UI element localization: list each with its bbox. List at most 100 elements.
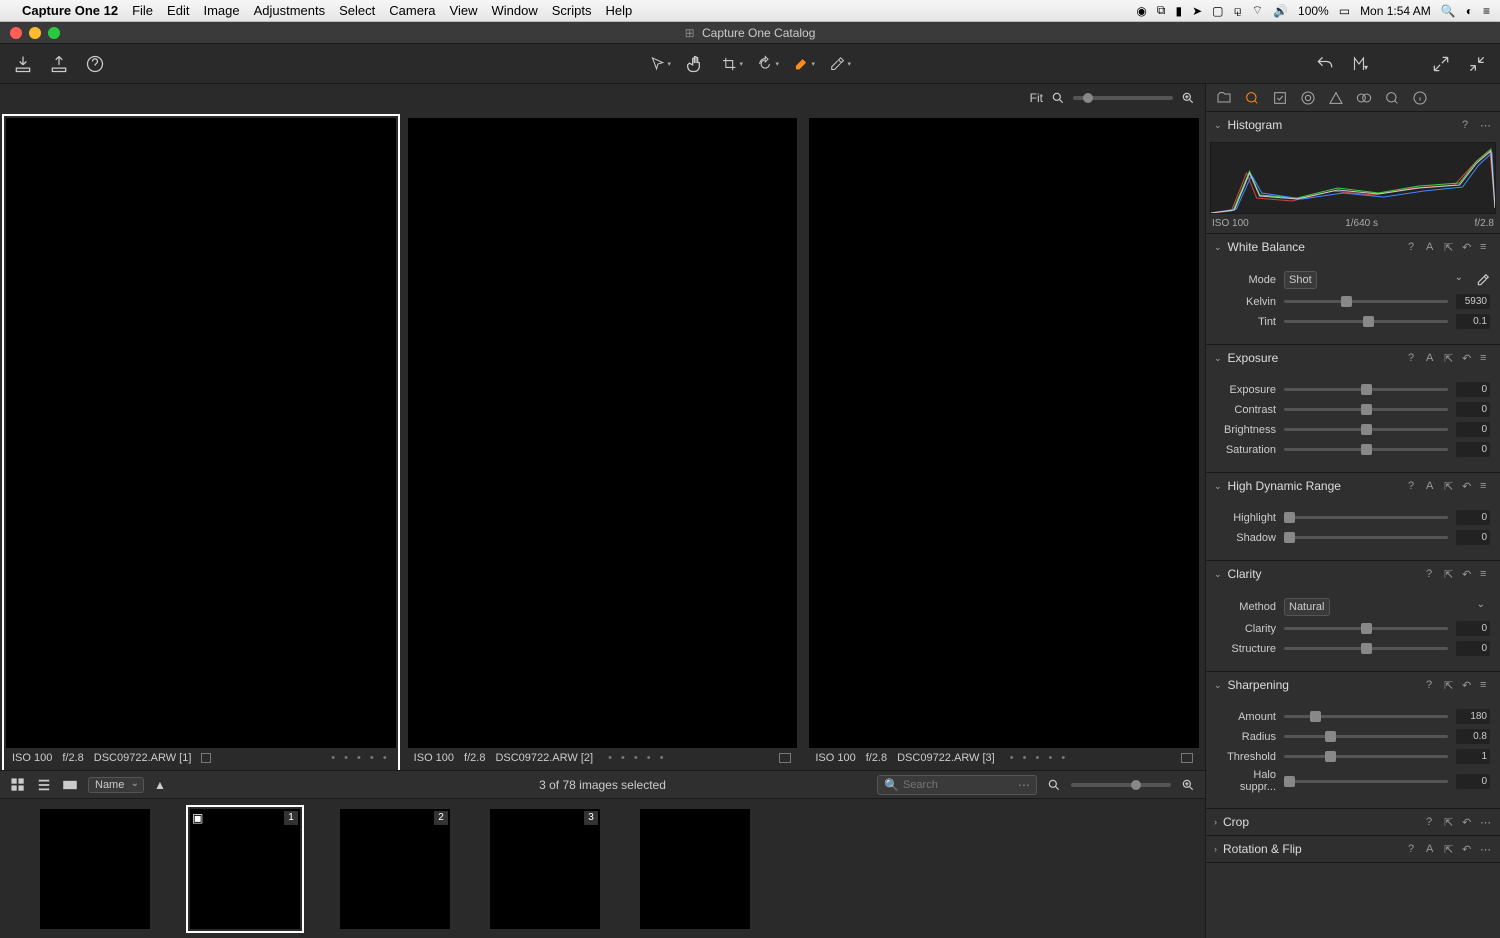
preset-icon[interactable]: ≡ [1480, 352, 1492, 364]
exposure-value[interactable]: 0 [1456, 382, 1490, 397]
help-icon[interactable]: ? [1408, 241, 1420, 253]
contrast-slider[interactable] [1284, 408, 1448, 411]
collapse-button[interactable] [1466, 53, 1488, 75]
preset-icon[interactable]: ≡ [1480, 480, 1492, 492]
notification-center-icon[interactable]: ≡ [1483, 4, 1490, 18]
copy-icon[interactable]: ⇱ [1444, 843, 1456, 855]
reset-icon[interactable]: ↶ [1462, 843, 1474, 855]
help-icon[interactable]: ? [1426, 816, 1438, 828]
menu-view[interactable]: View [450, 3, 478, 18]
auto-icon[interactable]: A [1426, 241, 1438, 253]
variant-icon[interactable] [1181, 753, 1193, 763]
fit-label[interactable]: Fit [1030, 91, 1043, 105]
kelvin-slider[interactable] [1284, 300, 1448, 303]
panel-header-crop[interactable]: › Crop ? ⇱ ↶ ⋯ [1206, 809, 1500, 835]
saturation-value[interactable]: 0 [1456, 442, 1490, 457]
highlight-value[interactable]: 0 [1456, 510, 1490, 525]
menu-image[interactable]: Image [203, 3, 239, 18]
copy-icon[interactable]: ⇱ [1444, 241, 1456, 253]
menu-camera[interactable]: Camera [389, 3, 435, 18]
rotate-tool[interactable]: ▾ [757, 53, 779, 75]
brightness-value[interactable]: 0 [1456, 422, 1490, 437]
dropbox-icon[interactable]: ⧉ [1157, 3, 1166, 18]
help-icon[interactable]: ? [1408, 480, 1420, 492]
copy-icon[interactable]: ⇱ [1444, 568, 1456, 580]
variant-icon[interactable] [779, 753, 791, 763]
film-thumb[interactable]: ▣1 [190, 809, 300, 929]
spotlight-icon[interactable]: 🔍 [1441, 4, 1456, 18]
wifi-icon[interactable]: ⌔ [1252, 3, 1263, 18]
zoom-out-icon[interactable] [1051, 91, 1065, 105]
auto-icon[interactable]: A [1426, 843, 1438, 855]
bookmark-icon[interactable]: ▮ [1175, 4, 1182, 18]
clarity-method-select[interactable]: Natural [1284, 598, 1330, 616]
preset-icon[interactable]: ≡ [1480, 679, 1492, 691]
maximize-window-button[interactable] [48, 27, 60, 39]
rating-dots[interactable]: • • • • • [608, 752, 666, 764]
panel-header-white-balance[interactable]: ⌄ White Balance ? A ⇱ ↶ ≡ [1206, 234, 1500, 260]
tab-color[interactable] [1328, 90, 1344, 106]
help-icon[interactable]: ? [1426, 568, 1438, 580]
list-view-button[interactable] [36, 777, 52, 793]
help-icon[interactable]: ? [1408, 843, 1420, 855]
panel-header-exposure[interactable]: ⌄ Exposure ? A ⇱ ↶ ≡ [1206, 345, 1500, 371]
clarity-value[interactable]: 0 [1456, 621, 1490, 636]
help-icon[interactable]: ? [1426, 679, 1438, 691]
halo-slider[interactable] [1284, 780, 1448, 783]
export-button[interactable] [48, 53, 70, 75]
tab-metadata-icon[interactable] [1412, 90, 1428, 106]
copy-icon[interactable]: ⇱ [1444, 679, 1456, 691]
pan-tool[interactable] [685, 53, 707, 75]
reset-icon[interactable]: ↶ [1462, 568, 1474, 580]
app-name[interactable]: Capture One 12 [22, 3, 118, 18]
preset-icon[interactable]: ≡ [1480, 241, 1492, 253]
import-button[interactable] [12, 53, 34, 75]
panel-header-rotation[interactable]: › Rotation & Flip ? A ⇱ ↶ ⋯ [1206, 836, 1500, 862]
halo-value[interactable]: 0 [1456, 774, 1490, 789]
filmstrip[interactable]: ▣1 2 3 [0, 798, 1205, 938]
radius-slider[interactable] [1284, 735, 1448, 738]
menu-help[interactable]: Help [605, 3, 632, 18]
battery-icon[interactable]: ▭ [1339, 4, 1350, 18]
menu-window[interactable]: Window [491, 3, 537, 18]
highlight-slider[interactable] [1284, 516, 1448, 519]
menu-edit[interactable]: Edit [167, 3, 189, 18]
amount-value[interactable]: 180 [1456, 709, 1490, 724]
eyedropper-tool[interactable]: ▾ [829, 53, 851, 75]
panel-header-sharpening[interactable]: ⌄ Sharpening ? ⇱ ↶ ≡ [1206, 672, 1500, 698]
tab-library[interactable] [1216, 90, 1232, 106]
reset-icon[interactable]: ↶ [1462, 816, 1474, 828]
close-window-button[interactable] [10, 27, 22, 39]
reset-icon[interactable]: ↶ [1462, 352, 1474, 364]
minimize-window-button[interactable] [29, 27, 41, 39]
exposure-slider[interactable] [1284, 388, 1448, 391]
cursor-tool[interactable]: ▾ [649, 53, 671, 75]
menu-adjustments[interactable]: Adjustments [254, 3, 326, 18]
threshold-slider[interactable] [1284, 755, 1448, 758]
structure-slider[interactable] [1284, 647, 1448, 650]
clock[interactable]: Mon 1:54 AM [1360, 4, 1431, 18]
radius-value[interactable]: 0.8 [1456, 729, 1490, 744]
thumb-zoom-in-icon[interactable] [1181, 778, 1195, 792]
copy-icon[interactable]: ⇱ [1444, 352, 1456, 364]
expand-button[interactable] [1430, 53, 1452, 75]
preset-icon[interactable]: ⋯ [1480, 816, 1492, 828]
copy-icon[interactable]: ⇱ [1444, 480, 1456, 492]
saturation-slider[interactable] [1284, 448, 1448, 451]
brush-tool[interactable]: ▾ [793, 53, 815, 75]
tint-value[interactable]: 0.1 [1456, 314, 1490, 329]
siri-icon[interactable]: ◐ [1466, 4, 1473, 18]
kelvin-value[interactable]: 5930 [1456, 294, 1490, 309]
sort-direction-button[interactable]: ▲ [154, 778, 166, 792]
auto-icon[interactable]: A [1426, 352, 1438, 364]
preset-icon[interactable]: ≡ [1480, 568, 1492, 580]
help-button[interactable] [84, 53, 106, 75]
thumb-size-slider[interactable] [1071, 783, 1171, 787]
threshold-value[interactable]: 1 [1456, 749, 1490, 764]
shadow-slider[interactable] [1284, 536, 1448, 539]
reset-icon[interactable]: ↶ [1462, 480, 1474, 492]
film-thumb[interactable]: 2 [340, 809, 450, 929]
tint-slider[interactable] [1284, 320, 1448, 323]
menu-scripts[interactable]: Scripts [552, 3, 592, 18]
structure-value[interactable]: 0 [1456, 641, 1490, 656]
